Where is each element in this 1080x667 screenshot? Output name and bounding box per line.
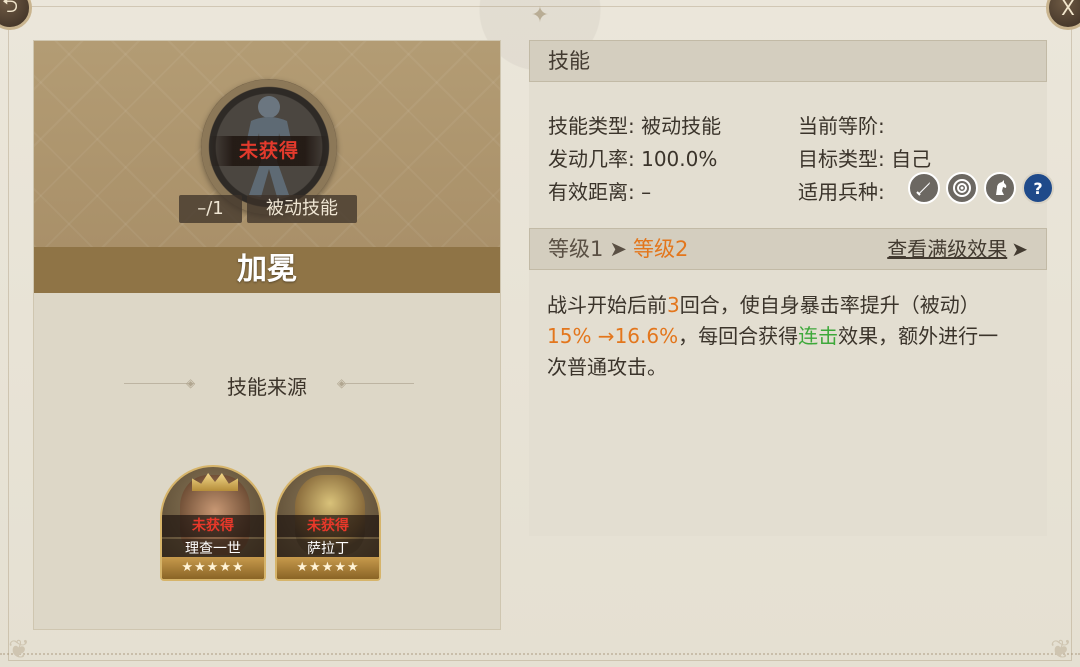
back-arrow-icon: ⮌ [1,0,19,17]
view-full-effect-link[interactable]: 查看满级效果 ➤ [887,229,1028,269]
skill-type-value: 被动技能 [641,114,722,138]
source-title: 技能来源 [227,375,307,399]
hero-stars: ★★★★★ [277,557,379,579]
skill-name: 加冕 [34,247,500,293]
unacquired-label: 未获得 [209,136,329,166]
hero-name: 理查一世 [162,539,264,559]
hero-card-saladin[interactable]: 未获得 萨拉丁 ★★★★★ [275,465,381,581]
current-level: 等级1 [548,237,604,261]
troop-type-row: 适用兵种: [798,180,885,204]
skill-level-tag: –/1 [179,195,242,223]
arrow-right-icon: ➤ [609,237,627,261]
level-section-header: 等级1 ➤ 等级2 查看满级效果 ➤ [529,228,1047,270]
corner-ornament-icon: ❦ [8,635,30,665]
skill-card-header: 未获得 –/1 被动技能 [34,41,500,247]
help-icon[interactable]: ? [1022,172,1054,204]
skill-type-tag: 被动技能 [247,195,357,223]
hero-stars: ★★★★★ [162,557,264,579]
hero-unacquired-label: 未获得 [162,515,264,537]
close-x-icon: X [1061,0,1075,20]
rank-row: 当前等阶: [798,114,885,138]
target-type-row: 目标类型: 自己 [798,147,932,171]
next-level: 等级2 [632,237,689,261]
skill-section-header: 技能 [529,40,1047,82]
corner-ornament-icon: ❦ [1050,635,1072,665]
crit-values: 15% →16.6% [547,324,679,348]
combo-keyword: 连击 [798,324,839,348]
trigger-rate-row: 发动几率: 100.0% [548,147,718,171]
skill-card-panel: 未获得 –/1 被动技能 加冕 ◈ 技能来源 ◈ 未获得 理查一世 ★★★★★ … [33,40,501,630]
skill-description: 战斗开始后前3回合，使自身暴击率提升（被动）15% →16.6%，每回合获得连击… [547,293,999,379]
trigger-rate-value: 100.0% [641,147,718,171]
divider [344,383,414,384]
sword-icon[interactable] [908,172,940,204]
compass-ornament-icon: ✦ [530,3,550,28]
hero-card-richard[interactable]: 未获得 理查一世 ★★★★★ [160,465,266,581]
rounds-value: 3 [667,293,680,317]
hero-unacquired-label: 未获得 [277,515,379,537]
target-type-value: 自己 [891,147,932,171]
target-icon[interactable] [946,172,978,204]
range-row: 有效距离: – [548,180,652,204]
horse-icon[interactable] [984,172,1016,204]
range-value: – [641,180,652,204]
chevron-right-icon: ➤ [1011,237,1028,261]
hero-name: 萨拉丁 [277,539,379,559]
skill-type-row: 技能类型: 被动技能 [548,114,722,138]
